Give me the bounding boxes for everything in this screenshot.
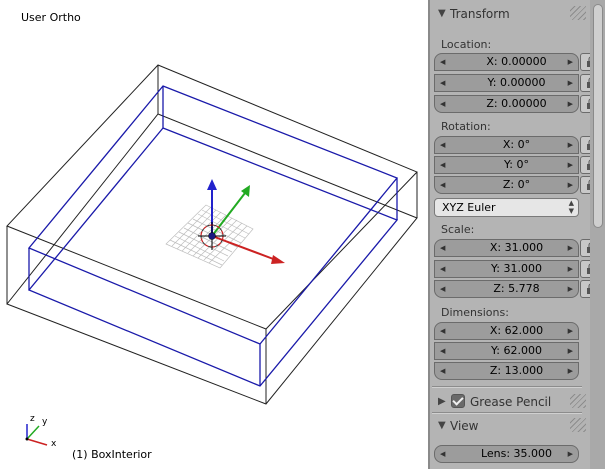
dimensions-z-field[interactable]: ◀ Z: 13.000 ▶	[434, 362, 579, 380]
rotation-z-field[interactable]: ◀ Z: 0° ▶	[434, 176, 579, 194]
rotation-mode-select[interactable]: XYZ Euler ▲ ▼	[434, 198, 579, 217]
panel-separator	[432, 386, 582, 388]
axis-widget	[25, 424, 48, 446]
scale-z-field[interactable]: ◀ Z: 5.778 ▶	[434, 280, 579, 298]
axis-x-label: x	[51, 439, 57, 449]
location-z-field[interactable]: ◀ Z: 0.00000 ▶	[434, 95, 579, 113]
active-object-label: (1) BoxInterior	[72, 448, 152, 461]
transform-title: Transform	[450, 7, 510, 21]
dimensions-x-field[interactable]: ◀ X: 62.000 ▶	[434, 322, 579, 340]
scale-x-field[interactable]: ◀ X: 31.000 ▶	[434, 239, 579, 257]
rotation-x-field[interactable]: ◀ X: 0° ▶	[434, 136, 579, 154]
grease-pencil-checkbox-icon[interactable]	[451, 394, 465, 408]
axis-z-label: z	[30, 414, 35, 424]
properties-sidebar: ▼ Transform Location: ◀ X: 0.00000 ▶ ◀ Y: 0…	[430, 0, 605, 469]
grease-pencil-title: Grease Pencil	[470, 395, 552, 409]
view-name-label: User Ortho	[21, 11, 81, 24]
viewport-canvas[interactable]	[0, 0, 428, 469]
rotation-y-field[interactable]: ◀ Y: 0° ▶	[434, 156, 579, 174]
dimensions-y-field[interactable]: ◀ Y: 62.000 ▶	[434, 342, 579, 360]
drag-grip-icon[interactable]	[570, 394, 586, 408]
scale-label: Scale:	[441, 223, 475, 236]
dimensions-label: Dimensions:	[441, 306, 509, 319]
axis-y-label: y	[42, 417, 48, 427]
location-x-field[interactable]: ◀ X: 0.00000 ▶	[434, 53, 579, 71]
view-panel-header[interactable]: ▼ View	[430, 414, 590, 438]
drag-grip-icon[interactable]	[570, 418, 586, 432]
expand-triangle-icon: ▶	[438, 396, 446, 407]
3d-viewport[interactable]: User Ortho (1) BoxInterior x y z	[0, 0, 428, 469]
sidebar-scrollbar[interactable]	[590, 0, 605, 469]
view-title: View	[450, 419, 479, 433]
location-y-field[interactable]: ◀ Y: 0.00000 ▶	[434, 74, 579, 92]
rotation-label: Rotation:	[441, 120, 491, 133]
dropdown-arrows-icon: ▲ ▼	[568, 199, 574, 215]
collapse-triangle-icon: ▼	[438, 420, 446, 431]
transform-panel-header[interactable]: ▼ Transform	[430, 2, 590, 26]
scrollbar-thumb[interactable]	[593, 4, 603, 228]
transform-gizmo[interactable]	[198, 179, 285, 264]
drag-grip-icon[interactable]	[570, 6, 586, 20]
location-label: Location:	[441, 38, 492, 51]
scale-y-field[interactable]: ◀ Y: 31.000 ▶	[434, 260, 579, 278]
collapse-triangle-icon: ▼	[438, 8, 446, 19]
lens-field[interactable]: ◀ Lens: 35.000 ▶	[434, 445, 579, 463]
